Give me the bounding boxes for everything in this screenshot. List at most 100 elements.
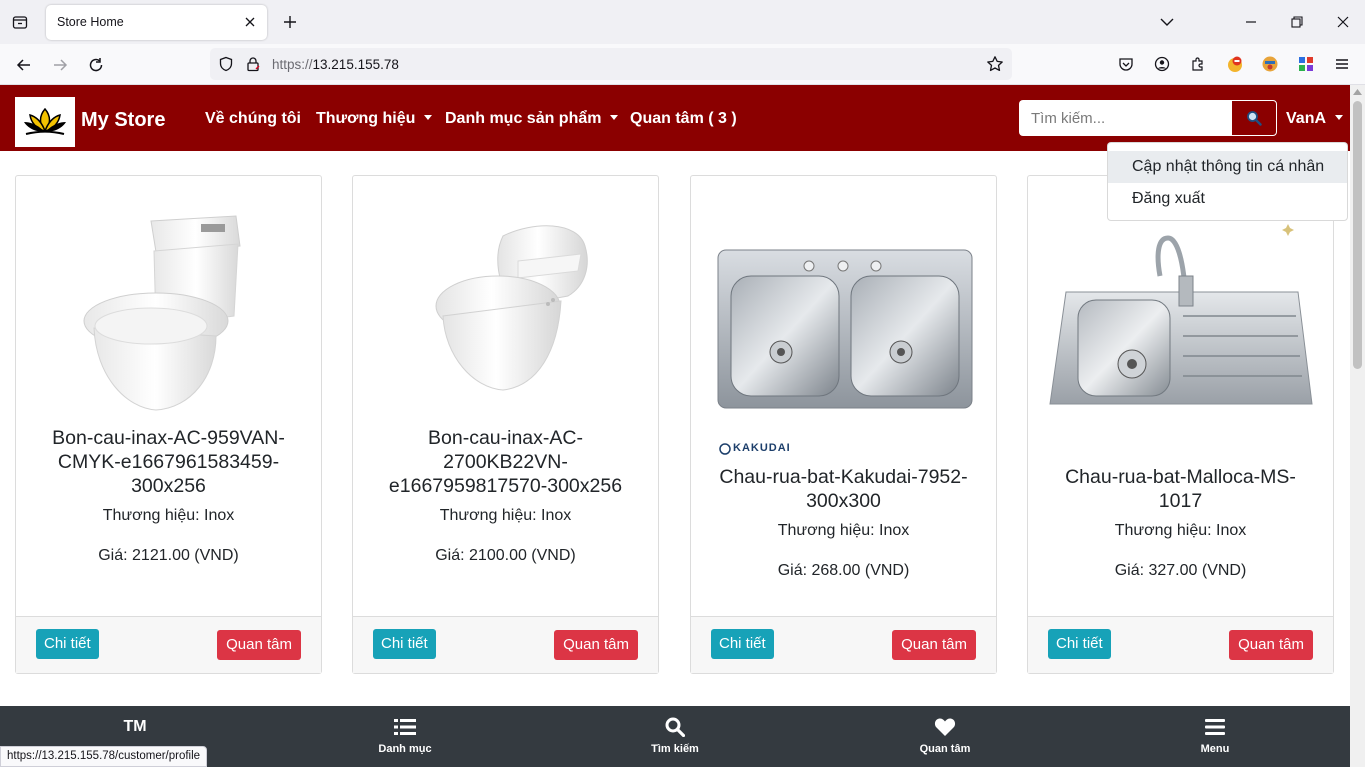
toilet-icon — [83, 215, 241, 411]
tab-overflow-chevron-icon[interactable] — [1155, 10, 1179, 34]
search-input[interactable] — [1019, 100, 1231, 136]
user-menu-dropdown[interactable]: VanA — [1286, 110, 1344, 128]
smart-toilet-icon — [435, 225, 588, 391]
product-title: Bon-cau-inax-AC-959VAN-CMYK-e16679615834… — [52, 427, 285, 497]
account-icon[interactable] — [1151, 53, 1173, 75]
nav-brands-label: Thương hiệu — [316, 110, 416, 127]
heart-icon — [810, 716, 1080, 738]
favorite-button[interactable]: Quan tâm — [554, 630, 638, 660]
detail-button[interactable]: Chi tiết — [373, 629, 436, 659]
product-card: Bon-cau-inax-AC-2700KB22VN-e166795981757… — [352, 175, 659, 674]
status-url-preview: https://13.215.155.78/customer/profile — [0, 746, 208, 767]
dropdown-item-logout[interactable]: Đăng xuất — [1108, 183, 1347, 215]
bottom-nav-search[interactable]: Tìm kiếm — [540, 706, 810, 767]
scroll-up-arrow-icon[interactable] — [1353, 89, 1362, 95]
home-logo: TM — [0, 716, 270, 738]
home-logo-text: TM — [123, 718, 147, 735]
product-brand: Thương hiệu: Inox — [1114, 522, 1247, 539]
browser-tab-bar: Store Home — [0, 0, 1365, 44]
favorite-button[interactable]: Quan tâm — [1229, 630, 1313, 660]
product-title: Chau-rua-bat-Malloca-MS-1017 — [1065, 466, 1296, 512]
bottom-nav-label: Danh mục — [378, 743, 432, 755]
product-brand: Thương hiệu: Inox — [102, 507, 235, 524]
bottom-nav-label: Menu — [1200, 743, 1230, 755]
browser-tab-active[interactable]: Store Home — [46, 5, 267, 40]
app-menu-icon[interactable] — [1331, 53, 1353, 75]
card-footer: Chi tiết Quan tâm — [691, 616, 996, 673]
brand-name[interactable]: My Store — [81, 109, 165, 132]
url-host: 13.215.155.78 — [312, 57, 399, 72]
extension-face-icon[interactable] — [1259, 53, 1281, 75]
nav-favorites[interactable]: Quan tâm ( 3 ) — [630, 110, 737, 128]
bottom-nav-favorites[interactable]: Quan tâm — [810, 706, 1080, 767]
forward-icon[interactable] — [47, 52, 73, 78]
url-scheme: https:// — [272, 57, 313, 72]
search-icon — [1247, 111, 1262, 126]
detail-button[interactable]: Chi tiết — [36, 629, 99, 659]
close-window-icon[interactable] — [1331, 10, 1355, 34]
product-image[interactable] — [16, 176, 321, 426]
product-card: KAKUDAI Chau-rua-bat-Kakudai-7952-300x30… — [690, 175, 997, 674]
bottom-nav-label: Tìm kiếm — [651, 743, 699, 755]
user-name: VanA — [1286, 110, 1327, 127]
search-icon — [540, 716, 810, 738]
product-price: Giá: 327.00 (VND) — [1114, 562, 1247, 579]
shield-icon[interactable] — [218, 56, 234, 77]
product-brand: Thương hiệu: Inox — [777, 522, 910, 539]
product-title: Bon-cau-inax-AC-2700KB22VN-e166795981757… — [388, 427, 623, 497]
card-footer: Chi tiết Quan tâm — [16, 616, 321, 673]
scrollbar-thumb[interactable] — [1353, 101, 1362, 369]
caret-down-icon — [610, 115, 619, 120]
close-tab-icon[interactable] — [241, 13, 259, 31]
card-footer: Chi tiết Quan tâm — [1028, 616, 1333, 673]
kakudai-watermark: KAKUDAI — [733, 442, 791, 454]
product-title: Chau-rua-bat-Kakudai-7952-300x300 — [719, 466, 968, 512]
tab-list-icon[interactable] — [8, 10, 32, 34]
page-scrollbar[interactable] — [1350, 85, 1365, 767]
product-card: Chau-rua-bat-Malloca-MS-1017 Thương hiệu… — [1027, 175, 1334, 674]
nav-about[interactable]: Về chúng tôi — [205, 110, 301, 128]
url-text[interactable]: https://13.215.155.78 — [272, 57, 399, 72]
product-card: Bon-cau-inax-AC-959VAN-CMYK-e16679615834… — [15, 175, 322, 674]
extensions-icon[interactable] — [1187, 53, 1209, 75]
list-icon — [270, 716, 540, 738]
product-image[interactable]: KAKUDAI — [691, 176, 996, 466]
favorite-button[interactable]: Quan tâm — [217, 630, 301, 660]
caret-down-icon — [1335, 115, 1344, 120]
restore-icon[interactable] — [1285, 10, 1309, 34]
minimize-icon[interactable] — [1239, 10, 1263, 34]
user-dropdown-menu: Cập nhật thông tin cá nhân Đăng xuất — [1107, 142, 1348, 221]
url-bar[interactable]: https://13.215.155.78 — [210, 48, 1012, 80]
double-sink-icon — [717, 249, 973, 455]
pocket-icon[interactable] — [1115, 53, 1137, 75]
card-footer: Chi tiết Quan tâm — [353, 616, 658, 673]
new-tab-icon[interactable] — [279, 11, 301, 33]
product-price: Giá: 2121.00 (VND) — [98, 547, 239, 564]
dropdown-item-update-profile[interactable]: Cập nhật thông tin cá nhân — [1108, 151, 1347, 183]
product-image[interactable] — [353, 176, 658, 426]
nav-categories-label: Danh mục sản phẩm — [445, 110, 602, 127]
tab-title: Store Home — [57, 15, 124, 29]
store-logo[interactable] — [15, 97, 75, 147]
nav-categories-dropdown[interactable]: Danh mục sản phẩm — [445, 110, 619, 128]
bottom-nav-label: Quan tâm — [919, 743, 971, 755]
product-brand: Thương hiệu: Inox — [439, 507, 572, 524]
detail-button[interactable]: Chi tiết — [1048, 629, 1111, 659]
detail-button[interactable]: Chi tiết — [711, 629, 774, 659]
back-icon[interactable] — [11, 52, 37, 78]
product-price: Giá: 268.00 (VND) — [777, 562, 910, 579]
reload-icon[interactable] — [83, 52, 109, 78]
lock-icon[interactable] — [245, 56, 261, 77]
bottom-nav-categories[interactable]: Danh mục — [270, 706, 540, 767]
caret-down-icon — [424, 115, 433, 120]
nav-brands-dropdown[interactable]: Thương hiệu — [316, 110, 433, 128]
bottom-nav-menu[interactable]: Menu — [1080, 706, 1350, 767]
search-button[interactable] — [1231, 100, 1277, 136]
extension-multicolor-icon[interactable] — [1295, 53, 1317, 75]
lotus-icon — [24, 107, 66, 135]
bookmark-star-icon[interactable] — [986, 55, 1004, 78]
browser-toolbar: https://13.215.155.78 — [0, 44, 1365, 85]
product-price: Giá: 2100.00 (VND) — [435, 547, 576, 564]
favorite-button[interactable]: Quan tâm — [892, 630, 976, 660]
extension-red-icon[interactable] — [1224, 53, 1246, 75]
